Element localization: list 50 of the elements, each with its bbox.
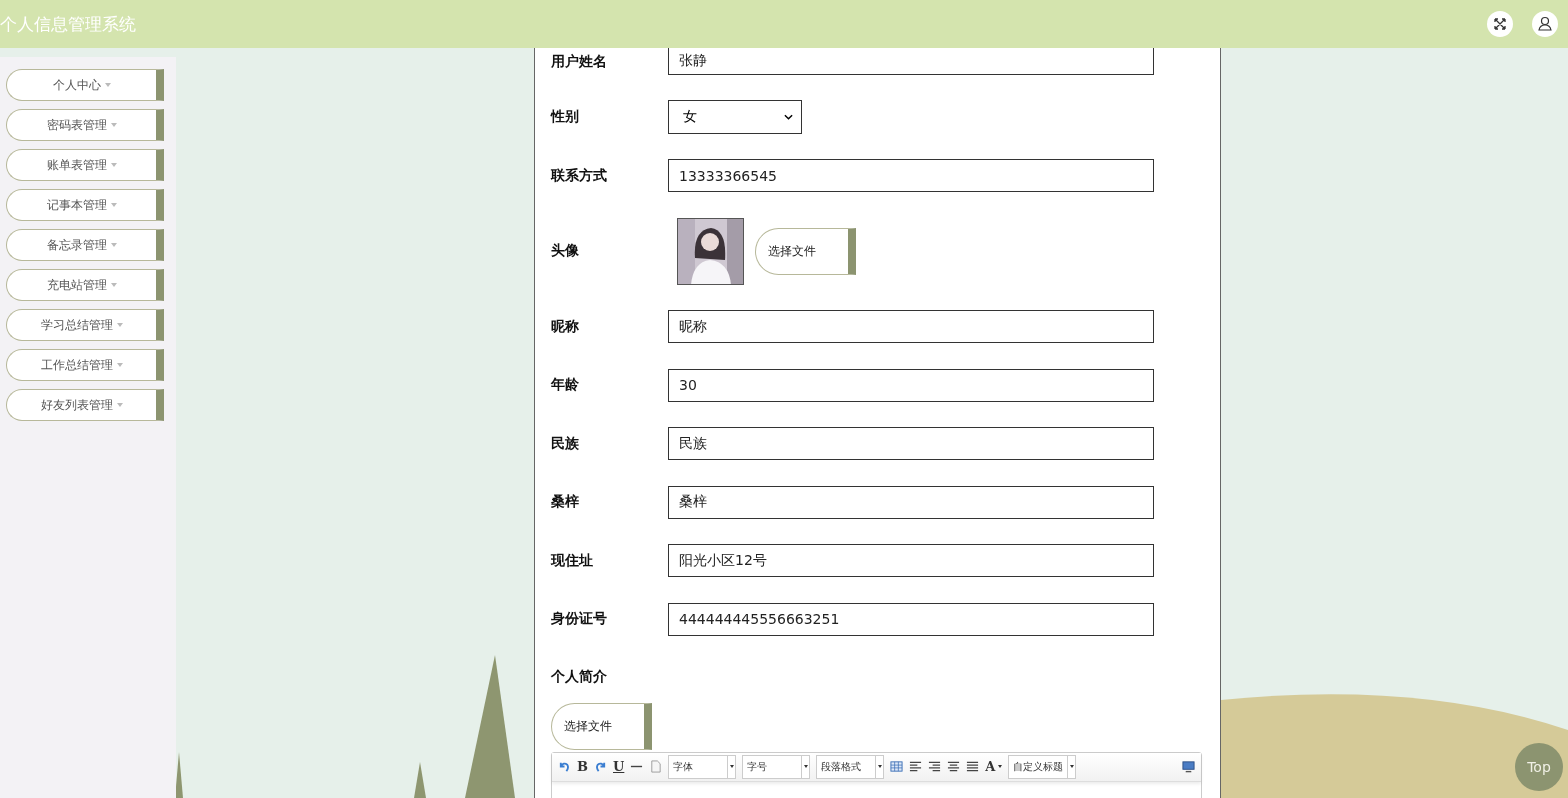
sidebar-item[interactable]: 账单表管理 xyxy=(6,149,164,181)
input-field[interactable]: 13333366545 xyxy=(668,159,1154,192)
field-label: 联系方式 xyxy=(551,166,608,185)
sidebar-item[interactable]: 好友列表管理 xyxy=(6,389,164,421)
format-button[interactable]: U xyxy=(613,759,625,774)
font-color-button[interactable]: A xyxy=(985,759,1003,774)
sidebar-item[interactable]: 充电站管理 xyxy=(6,269,164,301)
field-label: 民族 xyxy=(551,434,580,453)
input-field[interactable]: 民族 xyxy=(668,427,1154,460)
input-field[interactable]: 444444445556663251 xyxy=(668,602,1154,636)
input-field[interactable]: 桑梓 xyxy=(668,485,1154,519)
field-label: 性别 xyxy=(551,108,580,126)
sidebar-item[interactable]: 记事本管理 xyxy=(6,189,164,221)
format-button[interactable]: B xyxy=(577,759,588,774)
editor-dropdown[interactable]: 段落格式 xyxy=(816,754,885,779)
fullscreen-icon[interactable] xyxy=(1487,11,1513,37)
chevron-icon xyxy=(784,114,793,120)
align-left-icon[interactable] xyxy=(909,760,923,773)
choose-file-button[interactable]: 选择文件 xyxy=(551,702,652,750)
editor-dropdown[interactable]: 字体 xyxy=(668,754,737,779)
choose-file-button[interactable]: 选择文件 xyxy=(755,227,856,275)
editor-dropdown[interactable]: 自定义标题 xyxy=(1008,754,1077,779)
sidebar-item[interactable]: 工作总结管理 xyxy=(6,349,164,381)
justify-icon[interactable] xyxy=(966,760,980,773)
table-icon[interactable] xyxy=(890,760,904,773)
field-label: 现住址 xyxy=(551,551,594,570)
align-right-icon[interactable] xyxy=(928,760,942,773)
app-title: 个人信息管理系统 xyxy=(0,12,136,36)
sidebar-item[interactable]: 备忘录管理 xyxy=(6,229,164,261)
input-field[interactable]: 阳光小区12号 xyxy=(668,544,1154,577)
field-label: 昵称 xyxy=(551,317,580,336)
field-label: 身份证号 xyxy=(551,610,608,628)
sidebar-item[interactable]: 个人中心 xyxy=(6,69,164,101)
undo-icon[interactable] xyxy=(558,760,571,773)
align-center-icon[interactable] xyxy=(947,760,961,773)
field-label: 头像 xyxy=(551,242,580,260)
monitor-icon[interactable] xyxy=(1182,760,1195,773)
field-label: 桑梓 xyxy=(551,493,580,511)
select-field[interactable]: 女 xyxy=(668,100,802,134)
sidebar-item[interactable]: 密码表管理 xyxy=(6,109,164,141)
tree-drawing xyxy=(414,762,426,798)
user-icon[interactable] xyxy=(1532,11,1558,37)
field-label: 用户姓名 xyxy=(551,52,608,71)
field-label: 年龄 xyxy=(551,376,580,394)
editor-dropdown[interactable]: 字号 xyxy=(742,754,811,779)
input-field[interactable]: 30 xyxy=(668,368,1154,402)
redo-icon[interactable] xyxy=(594,760,607,773)
input-field[interactable]: 昵称 xyxy=(668,310,1154,343)
sidebar-item[interactable]: 学习总结管理 xyxy=(6,309,164,341)
field-label: 个人简介 xyxy=(551,667,608,686)
